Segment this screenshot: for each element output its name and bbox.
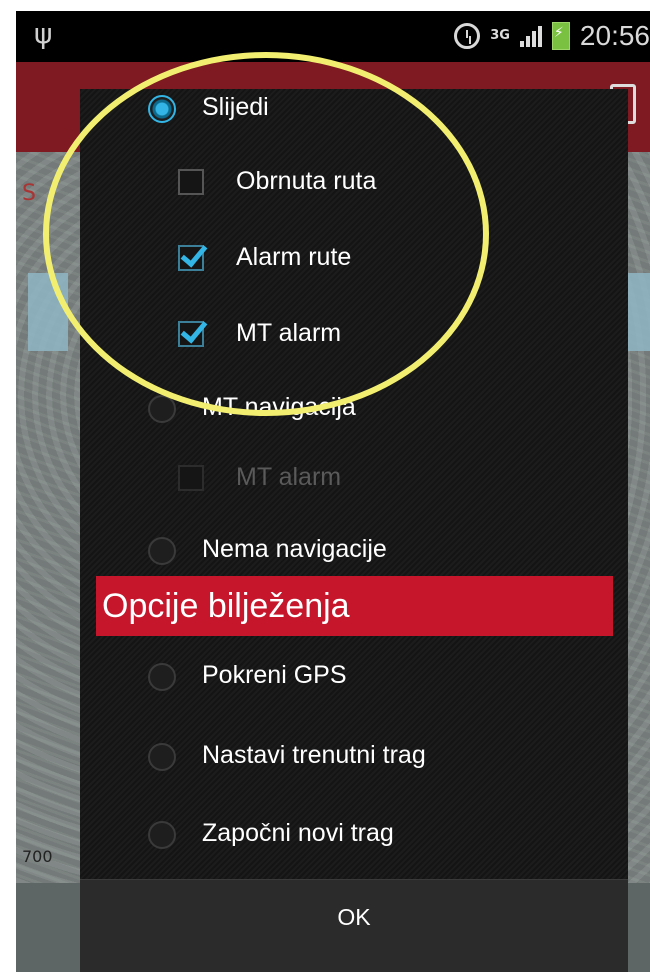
option-mt-navigation[interactable]: MT navigacija (80, 373, 628, 443)
option-no-navigation[interactable]: Nema navigacije (80, 515, 628, 585)
status-bar: ψ 3G 20:56 (16, 11, 650, 62)
mt-alarm-checkbox[interactable] (178, 321, 204, 347)
option-mt-alarm-disabled: MT alarm (80, 443, 628, 513)
reverse-route-label: Obrnuta ruta (236, 167, 377, 195)
status-indicators: 3G 20:56 (454, 17, 650, 55)
battery-charging-icon (551, 22, 570, 50)
mt-alarm-disabled-checkbox (178, 465, 204, 491)
follow-radio[interactable] (148, 95, 176, 123)
mt-alarm-disabled-label: MT alarm (236, 463, 342, 491)
background-text-fragment: S (22, 181, 36, 206)
route-alarm-checkbox[interactable] (178, 245, 204, 271)
alarm-clock-icon (454, 23, 481, 49)
usb-icon: ψ (34, 17, 53, 50)
start-gps-label: Pokreni GPS (202, 661, 347, 689)
map-scale-label: 700 (22, 847, 53, 866)
network-type-indicator: 3G (490, 28, 510, 43)
reverse-route-checkbox[interactable] (178, 169, 204, 195)
option-reverse-route[interactable]: Obrnuta ruta (80, 147, 628, 217)
mt-alarm-label: MT alarm (236, 319, 342, 347)
phone-screen: ψ 3G 20:56 S 700 Slijedi Obrnuta ruta (16, 11, 650, 972)
no-navigation-radio[interactable] (148, 537, 176, 565)
ok-button[interactable]: OK (80, 880, 628, 954)
continue-track-label: Nastavi trenutni trag (202, 741, 426, 769)
option-continue-track[interactable]: Nastavi trenutni trag (80, 721, 628, 791)
option-start-gps[interactable]: Pokreni GPS (80, 641, 628, 711)
option-new-track[interactable]: Započni novi trag (80, 799, 628, 869)
new-track-radio[interactable] (148, 821, 176, 849)
new-track-label: Započni novi trag (202, 819, 394, 847)
continue-track-radio[interactable] (148, 743, 176, 771)
mt-navigation-label: MT navigacija (202, 393, 356, 421)
dialog-footer: OK (80, 879, 628, 972)
background-panel-left (28, 273, 68, 351)
status-time: 20:56 (579, 20, 650, 51)
no-navigation-label: Nema navigacije (202, 535, 387, 563)
navigation-options-dialog: Slijedi Obrnuta ruta Alarm rute MT alarm… (80, 89, 628, 972)
option-route-alarm[interactable]: Alarm rute (80, 223, 628, 293)
recording-options-header: Opcije bilježenja (96, 576, 613, 636)
mt-navigation-radio[interactable] (148, 395, 176, 423)
option-mt-alarm[interactable]: MT alarm (80, 299, 628, 369)
option-follow[interactable]: Slijedi (80, 73, 628, 143)
follow-label: Slijedi (202, 93, 269, 121)
route-alarm-label: Alarm rute (236, 243, 352, 271)
signal-icon (519, 25, 542, 47)
start-gps-radio[interactable] (148, 663, 176, 691)
